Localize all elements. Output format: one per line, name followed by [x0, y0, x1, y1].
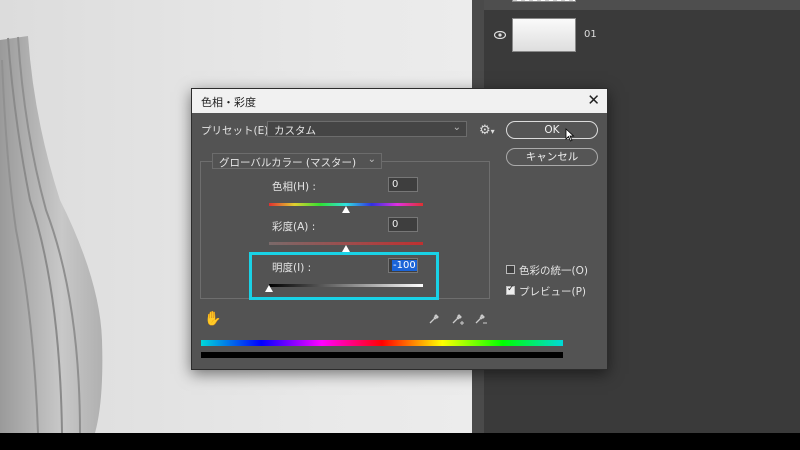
- ok-button[interactable]: OK: [506, 121, 598, 139]
- hue-value: 0: [392, 179, 399, 190]
- channel-select[interactable]: グローバルカラー (マスター) ⌄: [212, 153, 382, 169]
- cancel-button[interactable]: キャンセル: [506, 148, 598, 166]
- layer-row[interactable]: 01: [484, 16, 800, 52]
- hue-label: 色相(H) :: [272, 181, 316, 193]
- colorize-checkbox[interactable]: [506, 265, 515, 274]
- saturation-slider-thumb[interactable]: [342, 245, 350, 252]
- hand-icon[interactable]: ✋: [204, 311, 221, 327]
- layer-thumbnail: [512, 18, 576, 52]
- chevron-down-icon: ⌄: [367, 154, 376, 165]
- bottom-letterbox: [0, 433, 800, 450]
- dialog-titlebar[interactable]: 色相・彩度 ✕: [192, 89, 607, 113]
- layer-name: 01: [584, 29, 597, 40]
- preview-label: プレビュー(P): [519, 286, 587, 298]
- hue-saturation-dialog: 色相・彩度 ✕ プリセット(E) : カスタム ⌄ ⚙▾ OK キャンセル グロ…: [191, 88, 608, 370]
- preset-value: カスタム: [274, 125, 316, 137]
- saturation-value: 0: [392, 219, 399, 230]
- vase-image: [0, 36, 103, 433]
- cursor-arrow-icon: [565, 128, 575, 142]
- chevron-down-icon: ⌄: [452, 122, 461, 133]
- eye-icon[interactable]: [493, 28, 507, 42]
- eyedropper-icon[interactable]: [428, 313, 440, 328]
- saturation-label: 彩度(A) :: [272, 221, 316, 233]
- saturation-field[interactable]: 0: [388, 217, 418, 232]
- input-color-ribbon: [201, 340, 563, 346]
- lightness-highlight-box: [249, 252, 439, 300]
- layer-thumbnail: [512, 0, 576, 2]
- output-color-ribbon: [201, 352, 563, 358]
- channel-value: グローバルカラー (マスター): [219, 157, 357, 169]
- gear-icon[interactable]: ⚙▾: [479, 123, 495, 138]
- hue-slider-thumb[interactable]: [342, 206, 350, 213]
- preset-label: プリセット(E) :: [201, 125, 276, 137]
- colorize-label: 色彩の統一(O): [519, 265, 588, 277]
- hue-field[interactable]: 0: [388, 177, 418, 192]
- eyedropper-plus-icon[interactable]: [451, 313, 465, 328]
- layer-row[interactable]: [484, 0, 800, 10]
- dialog-title: 色相・彩度: [201, 96, 256, 109]
- close-icon[interactable]: ✕: [587, 91, 600, 109]
- preset-select[interactable]: カスタム ⌄: [267, 121, 467, 137]
- eyedropper-minus-icon[interactable]: [474, 313, 488, 328]
- preview-checkbox[interactable]: [506, 284, 515, 295]
